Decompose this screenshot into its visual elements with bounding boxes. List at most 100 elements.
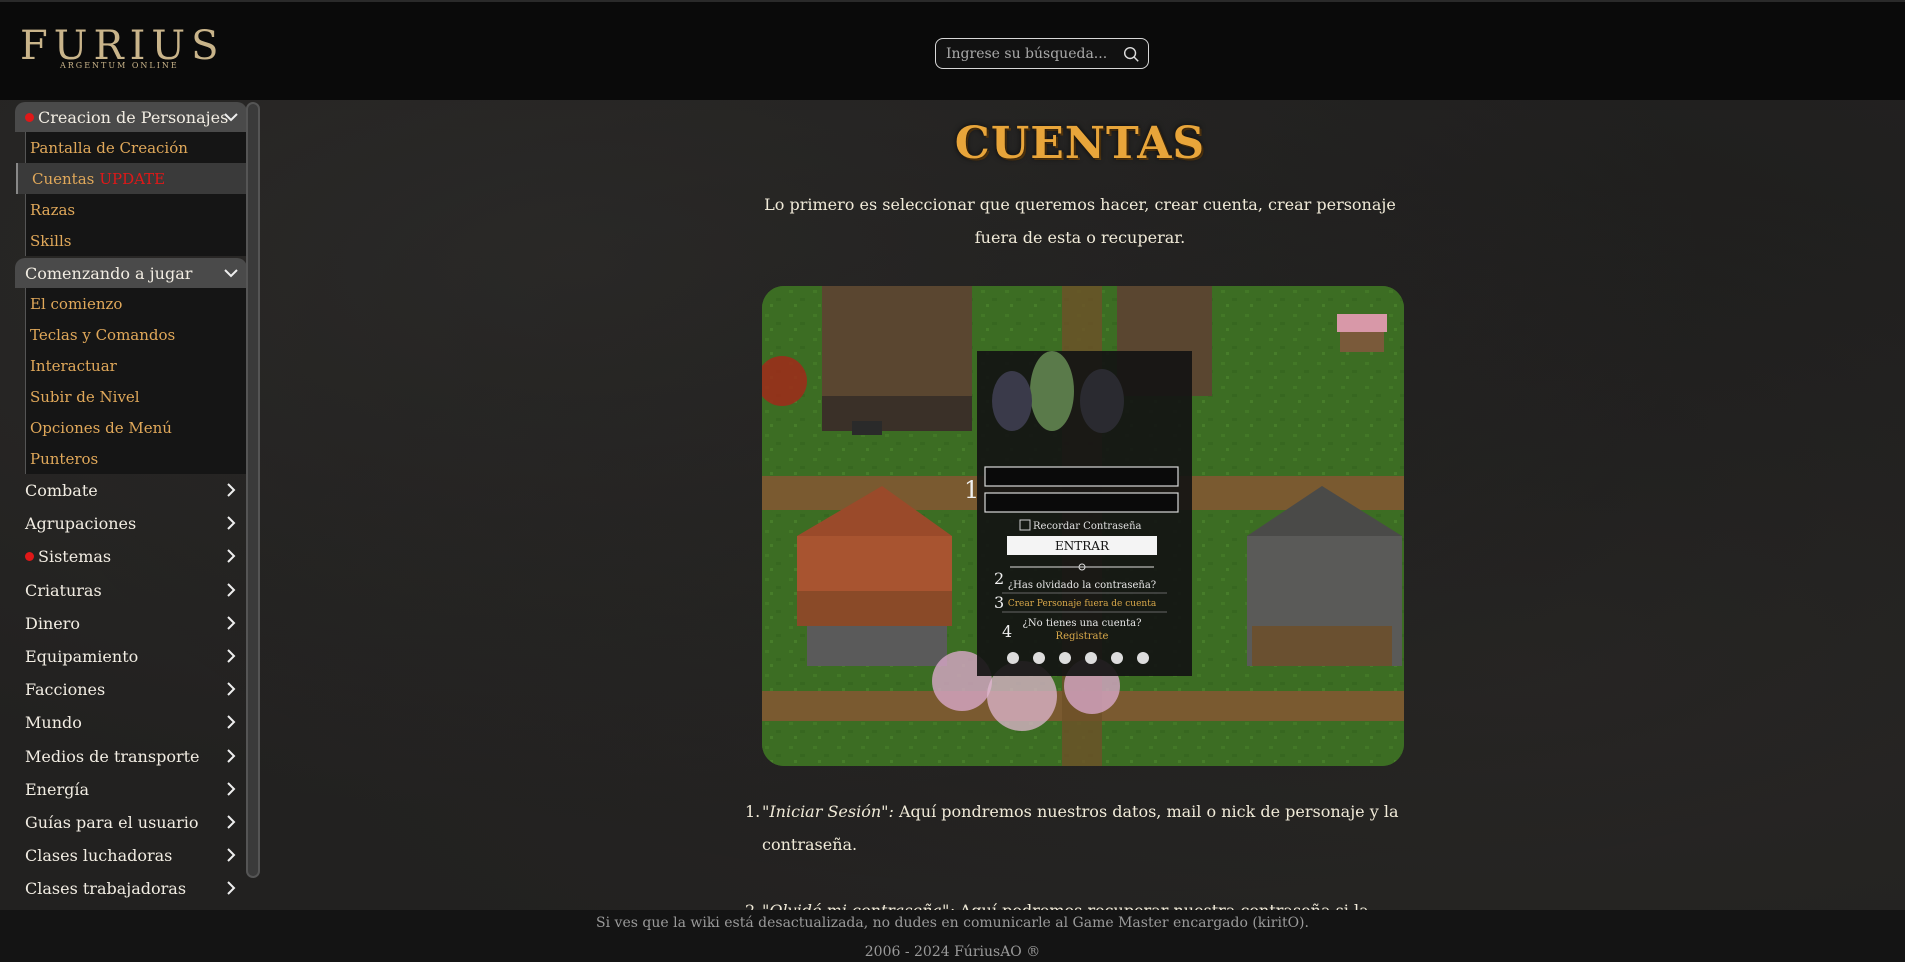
- sidebar-scrollbar[interactable]: [246, 102, 260, 878]
- sidebar-group-comenzando: Comenzando a jugar El comienzo Teclas y …: [15, 258, 247, 474]
- chevron-right-icon: [227, 815, 236, 829]
- sidebar-item-label: Combate: [25, 481, 98, 501]
- chevron-right-icon: [227, 582, 236, 597]
- page-title: CUENTAS: [954, 118, 1206, 169]
- create-character-link[interactable]: Crear Personaje fuera de cuenta: [1008, 599, 1157, 609]
- search-input[interactable]: [946, 43, 1111, 65]
- sidebar-group-header[interactable]: Comenzando a jugar: [15, 258, 247, 288]
- forgot-password-link[interactable]: ¿Has olvidado la contraseña?: [1008, 580, 1156, 591]
- chevron-right-icon: [227, 748, 236, 763]
- list-item-title: "Iniciar Sesión":: [762, 802, 894, 821]
- sidebar-group-header[interactable]: Creacion de Personajes: [15, 102, 247, 132]
- instagram-icon[interactable]: [1059, 652, 1071, 664]
- list-number: 1.: [745, 802, 761, 821]
- logo-subtext: ARGENTUM ONLINE: [60, 61, 179, 70]
- chevron-down-icon: [224, 269, 238, 278]
- no-account-text: ¿No tienes una cuenta?: [1023, 618, 1142, 629]
- sidebar-group-creacion: Creacion de Personajes Pantalla de Creac…: [15, 102, 247, 256]
- sidebar-item-label: Medios de transporte: [25, 746, 200, 766]
- sidebar-item-energia[interactable]: Energía: [15, 773, 247, 806]
- sidebar-item-pantalla-creacion[interactable]: Pantalla de Creación: [26, 132, 247, 163]
- sidebar-item-skills[interactable]: Skills: [26, 225, 247, 256]
- sidebar-item-label: Cuentas: [32, 169, 95, 188]
- sidebar-categories: Combate Agrupaciones Sistemas Criaturas …: [15, 474, 247, 905]
- chevron-right-icon: [227, 682, 236, 696]
- intro-paragraph: Lo primero es seleccionar que queremos h…: [764, 195, 1396, 247]
- sidebar-item-el-comienzo[interactable]: El comienzo: [26, 288, 247, 319]
- site-logo[interactable]: FURIUS ARGENTUM ONLINE: [20, 26, 220, 74]
- chevron-right-icon: [227, 781, 236, 796]
- sidebar-item-label: Guías para el usuario: [25, 812, 199, 832]
- sidebar-item-sistemas[interactable]: Sistemas: [15, 540, 247, 573]
- marker-1: 1: [964, 476, 979, 504]
- sidebar-item-label: Teclas y Comandos: [30, 325, 176, 344]
- marker-2: 2: [994, 569, 1004, 588]
- sidebar-item-label: Sistemas: [38, 547, 112, 567]
- footer-copyright: 2006 - 2024 FúriusAO ®: [864, 944, 1041, 960]
- sidebar-item-interactuar[interactable]: Interactuar: [26, 350, 247, 381]
- sidebar-item-label: Clases luchadoras: [25, 846, 173, 866]
- sidebar-item-mundo[interactable]: Mundo: [15, 706, 247, 739]
- sidebar-item-dinero[interactable]: Dinero: [15, 607, 247, 640]
- sidebar-group-label: Comenzando a jugar: [25, 263, 193, 283]
- sidebar-item-label: Subir de Nivel: [30, 387, 140, 406]
- sidebar-item-subir-nivel[interactable]: Subir de Nivel: [26, 381, 247, 412]
- sidebar-item-equipamiento[interactable]: Equipamiento: [15, 640, 247, 673]
- sidebar-item-agrupaciones[interactable]: Agrupaciones: [15, 507, 247, 540]
- sidebar-item-guias-usuario[interactable]: Guías para el usuario: [15, 806, 247, 839]
- sidebar-item-combate[interactable]: Combate: [15, 474, 247, 507]
- chevron-down-icon: [224, 113, 238, 122]
- sidebar-item-clases-trabajadoras[interactable]: Clases trabajadoras: [15, 872, 247, 905]
- sidebar-item-label: Energía: [25, 779, 89, 799]
- discord-icon[interactable]: [1007, 652, 1019, 664]
- sidebar-item-punteros[interactable]: Punteros: [26, 443, 247, 474]
- sidebar-item-cuentas[interactable]: Cuentas UPDATE: [16, 163, 247, 194]
- sidebar-item-label: Pantalla de Creación: [30, 138, 188, 157]
- sidebar-item-label: Facciones: [25, 680, 106, 700]
- page-footer: Si ves que la wiki está desactualizada, …: [0, 910, 1905, 962]
- marker-dot: [25, 112, 34, 122]
- enter-button[interactable]: ENTRAR: [1055, 539, 1110, 553]
- remember-password-label[interactable]: Recordar Contraseña: [1033, 521, 1142, 532]
- sidebar-item-label: Mundo: [25, 713, 82, 733]
- footer-notice: Si ves que la wiki está desactualizada, …: [596, 915, 1309, 931]
- sidebar-item-label: Clases trabajadoras: [25, 879, 187, 899]
- twitch-icon[interactable]: [1085, 652, 1097, 664]
- sidebar-item-criaturas[interactable]: Criaturas: [15, 574, 247, 607]
- chevron-right-icon: [227, 715, 236, 730]
- steam-icon[interactable]: [1111, 652, 1123, 664]
- sidebar-item-facciones[interactable]: Facciones: [15, 673, 247, 706]
- marker-3: 3: [994, 593, 1004, 612]
- sidebar-item-teclas-comandos[interactable]: Teclas y Comandos: [26, 319, 247, 350]
- sidebar-item-label: Criaturas: [25, 580, 102, 600]
- sidebar-item-medios-transporte[interactable]: Medios de transporte: [15, 740, 247, 773]
- sidebar-item-label: Skills: [30, 231, 72, 250]
- update-badge: UPDATE: [99, 169, 166, 188]
- chevron-right-icon: [227, 881, 236, 895]
- facebook-icon[interactable]: [1033, 652, 1045, 664]
- chevron-right-icon: [227, 483, 236, 497]
- chevron-right-icon: [227, 848, 236, 862]
- sidebar-sublist: El comienzo Teclas y Comandos Interactua…: [25, 288, 247, 474]
- top-header: FURIUS ARGENTUM ONLINE: [0, 0, 1905, 100]
- sidebar-nav: Creacion de Personajes Pantalla de Creac…: [15, 102, 247, 910]
- sidebar-item-label: Equipamiento: [25, 647, 139, 667]
- sidebar-item-label: Opciones de Menú: [30, 418, 172, 437]
- list-item: 1. "Iniciar Sesión": Aquí pondremos nues…: [745, 795, 1405, 861]
- register-link[interactable]: Registrate: [1056, 631, 1109, 642]
- search-icon[interactable]: [1122, 45, 1140, 63]
- game-login-screenshot: Recordar Contraseña ENTRAR ¿Has olvidado…: [762, 286, 1404, 766]
- sidebar-item-label: Dinero: [25, 613, 80, 633]
- chevron-right-icon: [227, 649, 236, 663]
- search-box: [935, 38, 1149, 69]
- chevron-right-icon: [227, 516, 236, 530]
- sidebar-item-razas[interactable]: Razas: [26, 194, 247, 225]
- sidebar-sublist: Pantalla de Creación Cuentas UPDATE Raza…: [16, 132, 247, 256]
- sidebar-item-clases-luchadoras[interactable]: Clases luchadoras: [15, 839, 247, 872]
- sidebar-item-label: Agrupaciones: [25, 514, 137, 534]
- web-icon[interactable]: [1137, 652, 1149, 664]
- sidebar-item-opciones-menu[interactable]: Opciones de Menú: [26, 412, 247, 443]
- sidebar-group-label: Creacion de Personajes: [38, 107, 229, 127]
- marker-4: 4: [1002, 622, 1012, 641]
- chevron-right-icon: [227, 549, 236, 564]
